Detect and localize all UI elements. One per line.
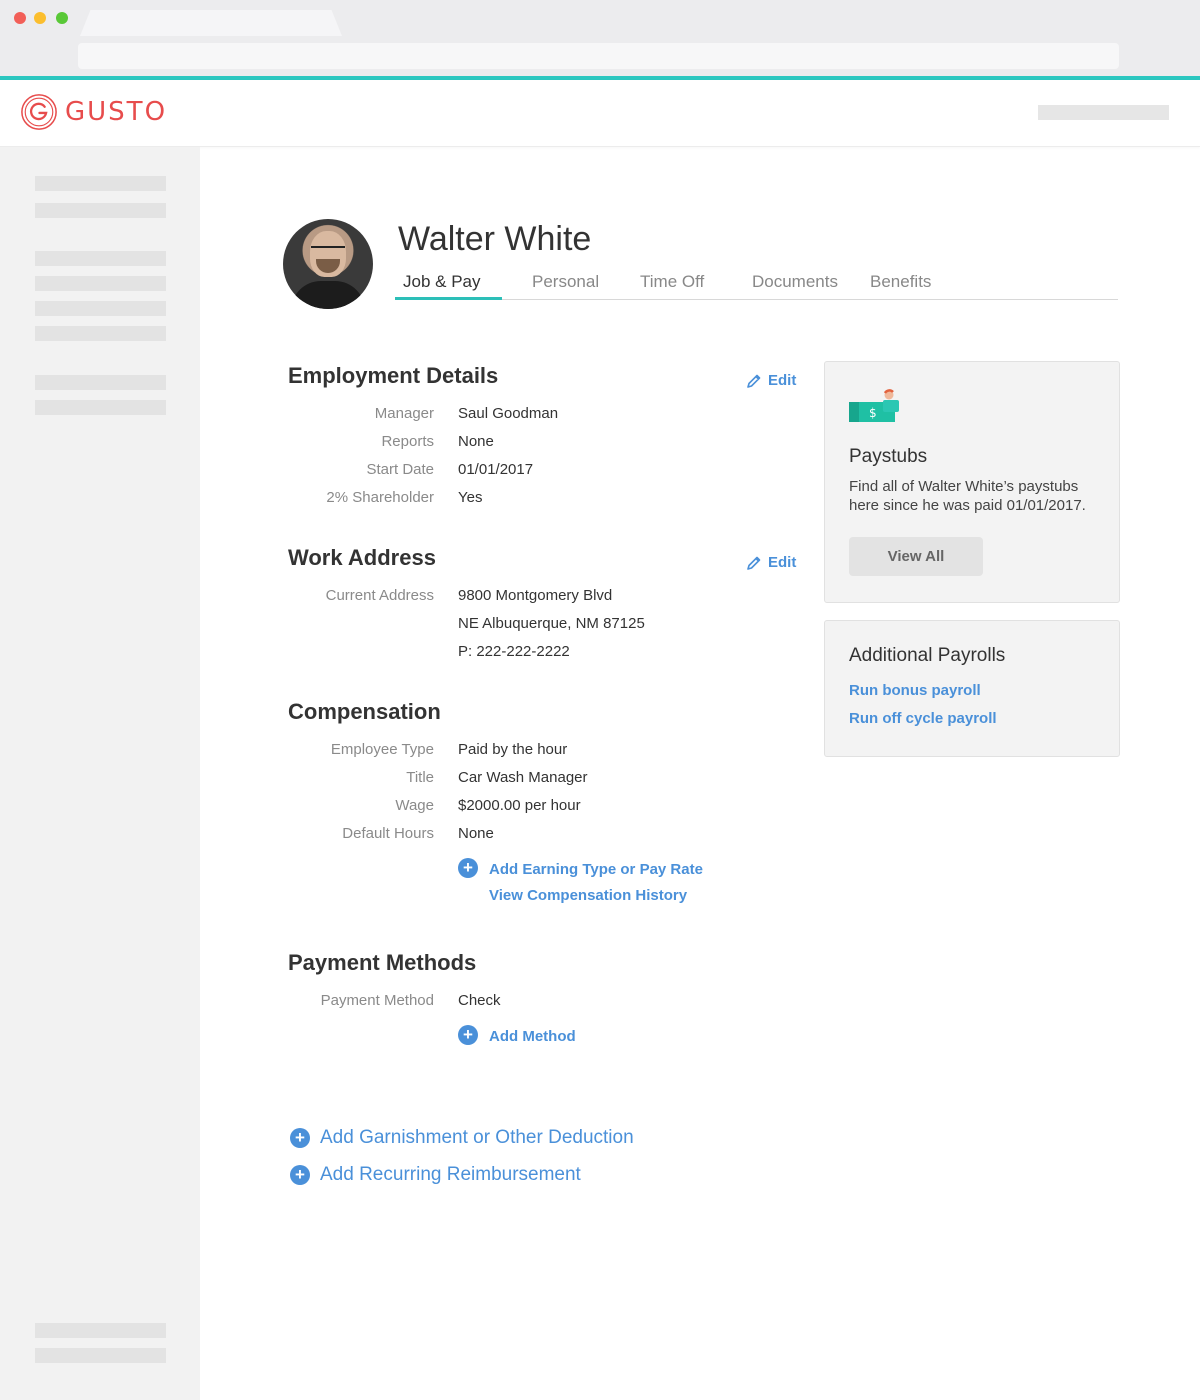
additional-payrolls-title: Additional Payrolls <box>849 645 1006 666</box>
view-compensation-history-link[interactable]: View Compensation History <box>489 887 687 904</box>
sidebar-item-placeholder[interactable] <box>35 276 166 291</box>
header-user-placeholder[interactable] <box>1038 105 1169 120</box>
employee-type-value: Paid by the hour <box>458 741 568 758</box>
add-reimbursement-link[interactable]: Add Recurring Reimbursement <box>320 1164 581 1186</box>
gusto-logo-icon <box>21 94 57 130</box>
title-value: Car Wash Manager <box>458 769 588 786</box>
field-label: Reports <box>381 433 434 450</box>
work-address-title: Work Address <box>288 545 436 570</box>
address-bar[interactable] <box>78 43 1119 69</box>
minimize-window-button[interactable] <box>34 12 46 24</box>
plus-icon[interactable]: + <box>290 1165 310 1185</box>
paystubs-description: Find all of Walter White’s paystubs here… <box>849 478 1086 514</box>
avatar <box>283 219 373 309</box>
plus-icon[interactable]: + <box>458 1025 478 1045</box>
close-window-button[interactable] <box>14 12 26 24</box>
plus-icon[interactable]: + <box>290 1128 310 1148</box>
sidebar-item-placeholder[interactable] <box>35 301 166 316</box>
plus-icon[interactable]: + <box>458 858 478 878</box>
maximize-window-button[interactable] <box>56 12 68 24</box>
field-label: Payment Method <box>320 992 434 1009</box>
app-header: GUSTO <box>0 80 1200 147</box>
pencil-icon <box>747 374 761 388</box>
wage-value: $2000.00 per hour <box>458 797 581 814</box>
field-label: Default Hours <box>342 825 434 842</box>
field-label: Wage <box>395 797 434 814</box>
run-bonus-payroll-link[interactable]: Run bonus payroll <box>849 682 981 699</box>
tab-job-pay[interactable]: Job & Pay <box>403 272 481 292</box>
payment-methods-title: Payment Methods <box>288 950 477 975</box>
employment-edit-button[interactable]: Edit <box>746 372 796 389</box>
sidebar-item-placeholder[interactable] <box>35 326 166 341</box>
field-label: 2% Shareholder <box>326 489 434 506</box>
avatar-body <box>291 281 365 309</box>
profile-tabs: Job & Pay Personal Time Off Documents Be… <box>395 268 1118 300</box>
manager-value: Saul Goodman <box>458 405 559 422</box>
paystubs-card: $ Paystubs Find all of Walter White’s pa… <box>824 361 1120 603</box>
field-label: Title <box>406 769 434 786</box>
address-line: 9800 Montgomery Blvd <box>458 587 613 604</box>
sidebar-item-placeholder[interactable] <box>35 1348 166 1363</box>
compensation-title: Compensation <box>288 699 441 724</box>
tab-personal[interactable]: Personal <box>532 272 599 292</box>
paystubs-title: Paystubs <box>849 446 928 467</box>
employment-details-title: Employment Details <box>288 363 499 388</box>
sidebar-item-placeholder[interactable] <box>35 400 166 415</box>
sidebar-item-placeholder[interactable] <box>35 176 166 191</box>
start-date-value: 01/01/2017 <box>458 461 534 478</box>
sidebar-item-placeholder[interactable] <box>35 375 166 390</box>
sidebar-item-placeholder[interactable] <box>35 251 166 266</box>
browser-tab[interactable] <box>80 10 342 36</box>
add-earning-type-link[interactable]: Add Earning Type or Pay Rate <box>489 861 703 878</box>
view-all-button[interactable]: View All <box>849 537 983 576</box>
active-tab-indicator <box>395 297 502 300</box>
field-label: Employee Type <box>330 741 434 758</box>
add-garnishment-link[interactable]: Add Garnishment or Other Deduction <box>320 1127 634 1149</box>
svg-text:$: $ <box>869 406 877 420</box>
field-label: Manager <box>374 405 434 422</box>
sidebar-item-placeholder[interactable] <box>35 203 166 218</box>
reports-value: None <box>458 433 494 450</box>
sidebar <box>0 147 200 1400</box>
add-method-link[interactable]: Add Method <box>489 1028 576 1045</box>
tab-benefits[interactable]: Benefits <box>870 272 931 292</box>
pencil-icon <box>747 556 761 570</box>
edit-label: Edit <box>768 554 797 571</box>
edit-label: Edit <box>768 372 797 389</box>
logo-text: GUSTO <box>65 97 168 127</box>
tab-documents[interactable]: Documents <box>752 272 838 292</box>
run-off-cycle-payroll-link[interactable]: Run off cycle payroll <box>849 710 997 727</box>
work-address-edit-button[interactable]: Edit <box>746 554 796 571</box>
gusto-logo[interactable]: GUSTO <box>20 92 167 132</box>
tab-time-off[interactable]: Time Off <box>640 272 704 292</box>
browser-chrome <box>0 0 1200 78</box>
field-label: Start Date <box>366 461 434 478</box>
field-label: Current Address <box>325 587 434 604</box>
address-phone: P: 222-222-2222 <box>458 643 570 660</box>
employee-name: Walter White <box>398 220 592 258</box>
additional-payrolls-card: Additional Payrolls Run bonus payroll Ru… <box>824 620 1120 757</box>
payment-method-value: Check <box>458 992 501 1009</box>
sidebar-item-placeholder[interactable] <box>35 1323 166 1338</box>
default-hours-value: None <box>458 825 494 842</box>
shareholder-value: Yes <box>458 489 483 506</box>
avatar-glasses <box>311 246 345 254</box>
address-line: NE Albuquerque, NM 87125 <box>458 615 645 632</box>
money-icon: $ <box>849 389 899 422</box>
